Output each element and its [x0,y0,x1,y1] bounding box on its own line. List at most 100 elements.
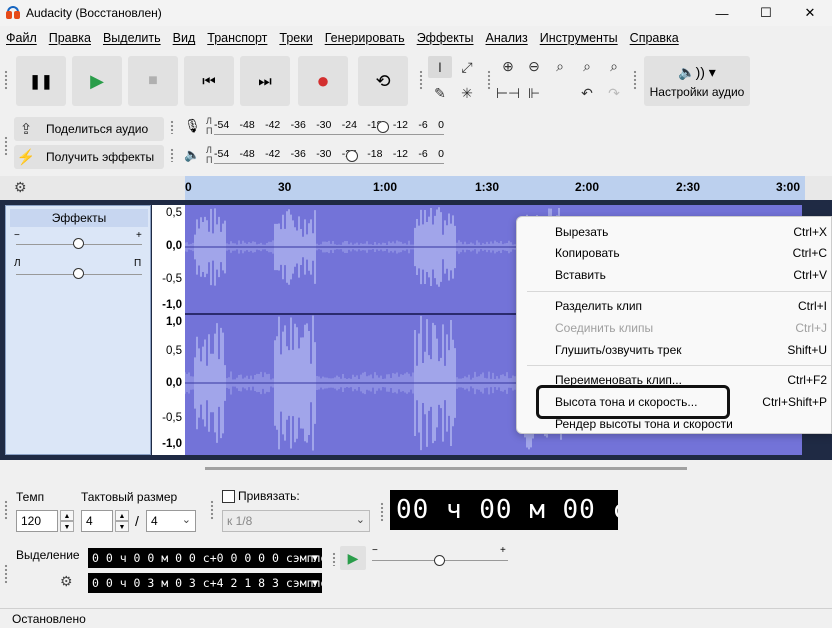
time-signature-label: Тактовый размер [81,490,178,504]
audio-position-value: 00 ч 00 м 00 с [396,495,618,525]
fit-project-icon[interactable]: ⌕ [575,55,599,77]
ctx-split-clip[interactable]: Разделить клип Ctrl+I [555,296,827,316]
edit-tools-grip[interactable] [487,70,491,90]
meter-l-label: Л [206,116,212,126]
track-effects-button[interactable]: Эффекты [10,209,148,227]
speaker-meter-icon[interactable]: 🔈 [184,147,200,163]
record-meter-grip[interactable] [170,120,174,134]
menu-file[interactable]: Файл [0,31,43,45]
menu-help[interactable]: Справка [624,31,685,45]
loop-icon: ⟲ [375,70,391,91]
playback-level-knob[interactable] [346,150,358,162]
gain-slider-knob[interactable] [73,238,84,249]
ctx-join-clips[interactable]: Соединить клипы Ctrl+J [555,318,827,338]
menu-edit[interactable]: Правка [43,31,97,45]
meter-tick: -36 [290,119,306,131]
zoom-out-icon[interactable]: ⊖ [522,55,546,77]
menu-tracks[interactable]: Треки [273,31,318,45]
audio-setup-grip[interactable] [633,70,637,90]
menu-generate[interactable]: Генерировать [319,31,411,45]
audio-setup-button[interactable]: 🔈)) ▾ Настройки аудио [644,56,750,106]
menu-select[interactable]: Выделить [97,31,167,45]
tools-grip[interactable] [419,70,423,90]
speed-slider-knob[interactable] [434,555,445,566]
ctx-rename-shortcut: Ctrl+F2 [787,373,827,387]
meter-r-label: П [206,126,213,136]
microphone-icon[interactable]: 🎙 [184,118,201,134]
ruler-label: 3:00 [776,180,801,194]
record-level-knob[interactable] [377,121,389,133]
time-sig-denominator-select[interactable]: 4 ⌄ [146,510,196,532]
tempo-stepper[interactable]: ▲ ▼ [60,510,74,532]
play-meter-grip[interactable] [170,148,174,162]
gain-minus-label: − [14,230,20,241]
snap-grip[interactable] [210,500,214,520]
snap-select[interactable]: к 1/8 ⌄ [222,510,370,532]
tempo-input[interactable]: 120 [16,510,58,532]
play-at-speed-button[interactable]: ▶ [340,546,366,570]
play-speed-grip[interactable] [332,552,336,566]
skip-to-start-button[interactable]: ⏮ [184,56,234,106]
time-sig-stepper[interactable]: ▲ ▼ [115,510,129,532]
stop-button[interactable]: ■ [128,56,178,106]
selection-tool-icon[interactable]: I [428,56,452,78]
tempo-grip[interactable] [4,500,8,520]
selection-start-display[interactable]: 0 0 ч 0 0 м 0 0 с+0 0 0 0 0 сэмплов ▼ [88,548,322,568]
close-button[interactable]: ✕ [788,0,832,26]
ctx-copy-shortcut: Ctrl+C [792,246,827,260]
record-button[interactable]: ● [298,56,348,106]
silence-audio-icon[interactable]: ⊩ [522,82,546,104]
ctx-cut[interactable]: Вырезать Ctrl+X [555,222,827,242]
multi-tool-icon[interactable]: ✳ [455,82,479,104]
minimize-button[interactable]: — [700,0,744,26]
redo-icon[interactable]: ↷ [602,82,626,104]
horizontal-scrollbar[interactable] [205,467,687,470]
envelope-tool-icon[interactable]: ⤢ [455,56,479,78]
menu-effects[interactable]: Эффекты [411,31,480,45]
ctx-paste[interactable]: Вставить Ctrl+V [555,265,827,285]
gear-icon[interactable]: ⚙ [14,179,34,197]
zoom-toggle-icon[interactable]: ⌕ [602,55,626,77]
pan-slider-knob[interactable] [73,268,84,279]
ctx-mute-track[interactable]: Глушить/озвучить трек Shift+U [555,340,827,360]
get-effects-button[interactable]: ⚡ Получить эффекты [14,145,164,169]
vruler-label: 0,0 [166,240,182,252]
ruler-label: 0 [185,180,192,194]
undo-icon[interactable]: ↶ [575,82,599,104]
stop-icon: ■ [148,72,158,89]
timeline-ruler[interactable]: 0 30 1:00 1:30 2:00 2:30 3:00 [185,176,805,200]
menu-analyze[interactable]: Анализ [480,31,534,45]
share-grip[interactable] [4,136,8,156]
menu-tools[interactable]: Инструменты [534,31,624,45]
speed-minus-label: − [372,545,378,556]
trim-audio-icon[interactable]: ⊢⊣ [496,82,520,104]
toolbar-grip[interactable] [4,70,8,90]
play-button[interactable]: ▶ [72,56,122,106]
menu-view[interactable]: Вид [167,31,202,45]
ctx-join-label: Соединить клипы [555,321,654,335]
skip-to-end-button[interactable]: ⏭ [240,56,290,106]
fit-selection-icon[interactable]: ⌕ [548,55,572,77]
loop-button[interactable]: ⟲ [358,56,408,106]
ruler-label: 1:30 [475,180,500,194]
time-sig-numerator-input[interactable]: 4 [81,510,113,532]
gear-icon[interactable]: ⚙ [60,573,80,593]
snap-checkbox[interactable] [222,490,235,503]
pause-button[interactable]: ❚❚ [16,56,66,106]
selection-grip[interactable] [4,564,8,584]
draw-tool-icon[interactable]: ✎ [428,82,452,104]
meter-lr-labels-2: ЛП [206,145,212,165]
audio-position-display[interactable]: 00 ч 00 м 00 с ▼ [390,490,618,530]
ctx-cut-shortcut: Ctrl+X [793,225,827,239]
recording-meter[interactable]: 🎙 ЛП -54 -48 -42 -36 -30 -24 -18 -12 -6 … [184,116,448,138]
bottom-toolbar: Темп 120 ▲ ▼ Тактовый размер 4 ▲ ▼ / 4 ⌄ П… [0,472,832,606]
selection-end-display[interactable]: 0 0 ч 0 3 м 0 3 с+4 2 1 8 3 сэмплов ▼ [88,573,322,593]
menu-transport[interactable]: Транспорт [201,31,273,45]
share-audio-button[interactable]: ⇪ Поделиться аудио [14,117,164,141]
meter-r-label: П [206,155,213,165]
time-grip[interactable] [380,502,384,522]
ctx-copy[interactable]: Копировать Ctrl+C [555,243,827,263]
maximize-button[interactable]: ☐ [744,0,788,26]
zoom-in-icon[interactable]: ⊕ [496,55,520,77]
playback-meter[interactable]: 🔈 ЛП -54 -48 -42 -36 -30 -24 -18 -12 -6 … [184,145,448,167]
